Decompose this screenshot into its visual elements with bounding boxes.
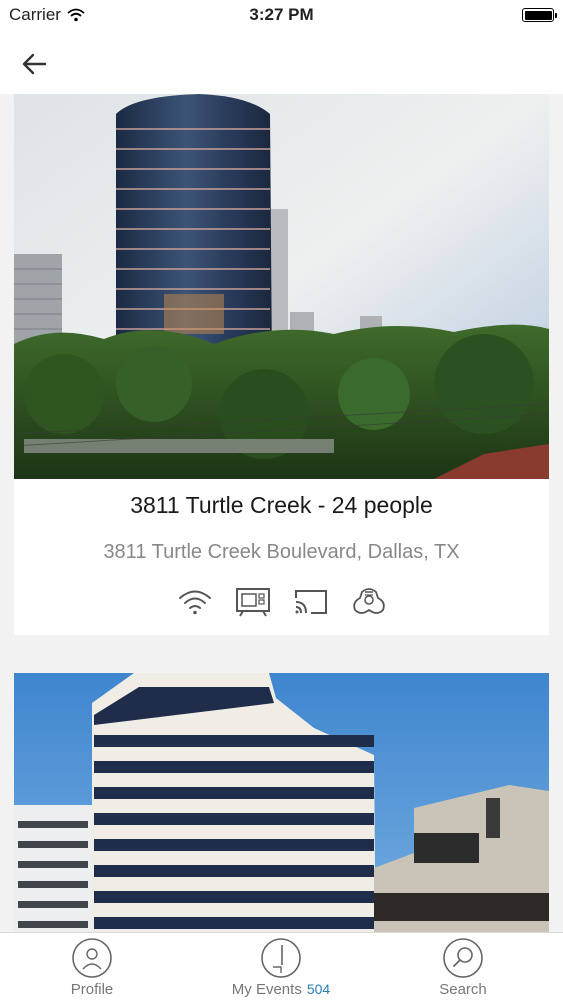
status-left: Carrier [9,5,85,25]
amenities-row [14,586,549,618]
wifi-icon [177,586,213,618]
tab-search[interactable]: Search [403,937,523,998]
status-bar: Carrier 3:27 PM [0,0,563,30]
conference-phone-icon [351,586,387,618]
listing-feed[interactable]: 3811 Turtle Creek - 24 people 3811 Turtl… [0,94,563,932]
tv-screen-icon [235,586,271,618]
striped-office-building-photo [14,673,549,932]
wifi-icon [67,8,85,22]
tab-my-events[interactable]: My Events 504 [218,937,344,998]
tab-search-label: Search [439,981,487,998]
screen-cast-icon [293,586,329,618]
tab-profile-label: Profile [70,981,114,998]
battery-level [524,10,552,20]
tab-my-events-text: My Events [231,981,302,998]
tab-my-events-label: My Events 504 [232,981,330,998]
listing-card[interactable] [14,673,549,932]
listing-card[interactable]: 3811 Turtle Creek - 24 people 3811 Turtl… [14,94,549,635]
arrow-left-icon [22,53,47,75]
listing-address: 3811 Turtle Creek Boulevard, Dallas, TX [103,541,460,563]
search-icon [443,938,483,978]
tab-profile[interactable]: Profile [32,937,152,998]
glass-office-tower-photo [14,94,549,479]
my-events-icon [261,938,301,978]
events-count-badge: 504 [306,981,331,997]
back-button[interactable] [14,46,54,82]
carrier-label: Carrier [9,5,61,24]
profile-icon [72,938,112,978]
nav-bar [0,30,563,94]
tab-bar: Profile My Events 504 Search [0,932,563,1000]
battery-icon [522,8,557,22]
listing-title: 3811 Turtle Creek - 24 people [130,492,433,518]
